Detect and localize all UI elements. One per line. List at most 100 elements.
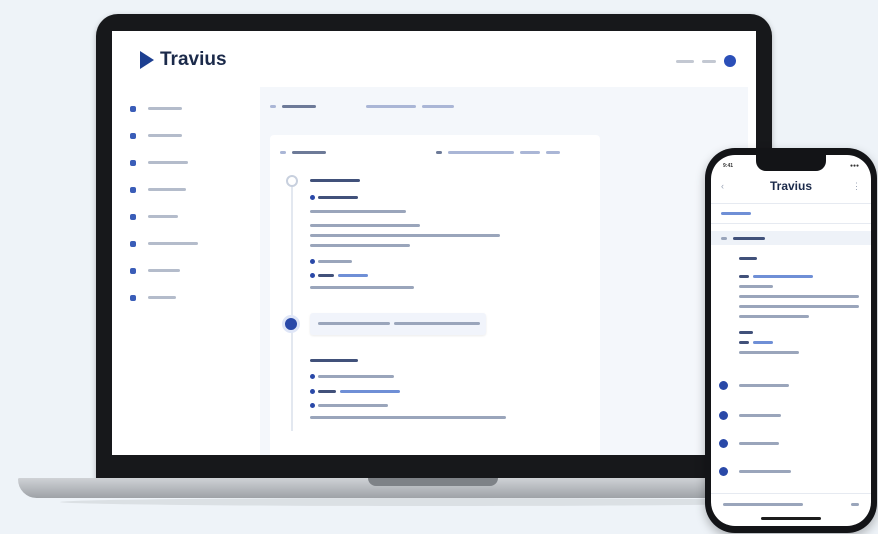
user-avatar-icon[interactable] (724, 55, 736, 67)
timeline-dot-icon[interactable] (719, 381, 728, 390)
bullet-icon (310, 389, 315, 394)
day-title (739, 384, 789, 387)
brand-name: Travius (160, 49, 227, 70)
sidebar-item-icon (130, 159, 136, 166)
status-time: 9:41 (723, 163, 734, 169)
entry-line (318, 375, 394, 378)
app-logo[interactable]: Travius (140, 49, 227, 71)
sidebar-item-label (148, 296, 176, 299)
sidebar-item-label (148, 134, 182, 137)
footer-icon[interactable] (851, 503, 859, 506)
laptop-screen: Travius (112, 31, 756, 455)
sidebar-item-icon (130, 240, 136, 247)
timeline-dot-icon[interactable] (719, 467, 728, 476)
entry-label (318, 274, 334, 277)
sidebar-item-label (148, 269, 180, 272)
breadcrumb-item[interactable] (282, 104, 316, 108)
card-header-icon (280, 150, 286, 154)
card-action[interactable] (520, 150, 540, 154)
entry-link[interactable] (340, 390, 400, 393)
laptop-opening-notch (368, 478, 498, 486)
entry-line (310, 234, 500, 237)
sidebar-item-icon (130, 294, 136, 301)
card-action[interactable] (546, 150, 560, 154)
entry-line (318, 404, 388, 407)
sidebar-item[interactable] (126, 149, 246, 176)
sidebar-item-label (148, 215, 178, 218)
day-title (739, 470, 791, 473)
card-header (280, 147, 600, 157)
divider (711, 223, 871, 224)
sidebar-item[interactable] (126, 203, 246, 230)
breadcrumb-icon (270, 104, 276, 108)
timeline-track (291, 181, 293, 431)
timeline-dot-icon[interactable] (286, 175, 298, 187)
entry-line (310, 286, 414, 289)
menu-icon[interactable]: ⋮ (852, 181, 861, 192)
breadcrumb-link[interactable] (366, 104, 416, 108)
section-heading (310, 179, 360, 182)
sidebar-nav (126, 95, 246, 311)
entry-label (739, 341, 749, 344)
sidebar-item[interactable] (126, 230, 246, 257)
entry-line (739, 295, 859, 298)
header-link[interactable] (676, 59, 694, 63)
sidebar-item-label (148, 107, 182, 110)
sidebar-item[interactable] (126, 284, 246, 311)
highlight-text (318, 322, 390, 325)
phone-day-header[interactable] (711, 231, 871, 245)
entry-line (739, 305, 859, 308)
itinerary-card (270, 135, 600, 455)
timeline-dot-icon[interactable] (282, 315, 300, 333)
bullet-icon (310, 259, 315, 264)
card-title (292, 150, 326, 154)
highlighted-entry[interactable] (310, 313, 486, 335)
day-title (739, 442, 779, 445)
sidebar-item-label (148, 188, 186, 191)
breadcrumb (270, 97, 730, 115)
sidebar-item-label (148, 161, 188, 164)
entry-label (739, 275, 749, 278)
entry-link[interactable] (753, 275, 813, 278)
section-heading (310, 359, 358, 362)
entry-line (310, 416, 506, 419)
timeline-dot-icon[interactable] (719, 439, 728, 448)
status-indicators: ●●● (849, 163, 859, 169)
entry-link[interactable] (753, 341, 773, 344)
sidebar-item[interactable] (126, 176, 246, 203)
home-indicator[interactable] (761, 517, 821, 520)
day-title (733, 237, 765, 240)
header-link[interactable] (702, 59, 716, 63)
sidebar-item[interactable] (126, 257, 246, 284)
phone-footer-link[interactable] (723, 503, 803, 506)
bullet-icon (310, 403, 315, 408)
expand-icon (721, 237, 727, 240)
timeline-dot-icon[interactable] (719, 411, 728, 420)
breadcrumb-link[interactable] (422, 104, 454, 108)
sidebar-item-label (148, 242, 198, 245)
sidebar-item-icon (130, 186, 136, 193)
sidebar-item[interactable] (126, 122, 246, 149)
highlight-text (394, 322, 480, 325)
entry-line (318, 260, 352, 263)
entry-line (310, 224, 420, 227)
sidebar-item[interactable] (126, 95, 246, 122)
bullet-icon (310, 273, 315, 278)
phone-page-title: Travius (769, 179, 813, 193)
bullet-icon (310, 374, 315, 379)
day-title (739, 414, 781, 417)
sidebar-item-icon (130, 267, 136, 274)
sidebar-item-icon (130, 132, 136, 139)
entry-link[interactable] (338, 274, 368, 277)
main-content (260, 87, 748, 455)
laptop-shadow (60, 498, 810, 506)
filter-icon[interactable] (436, 150, 442, 154)
logo-chevron-icon (140, 51, 154, 69)
phone-breadcrumb[interactable] (721, 212, 751, 215)
phone-notch (756, 155, 826, 171)
entry-line (739, 285, 773, 288)
entry-title (739, 257, 757, 260)
sidebar-item-icon (130, 105, 136, 112)
footer-divider (711, 493, 871, 494)
card-action[interactable] (448, 150, 514, 154)
